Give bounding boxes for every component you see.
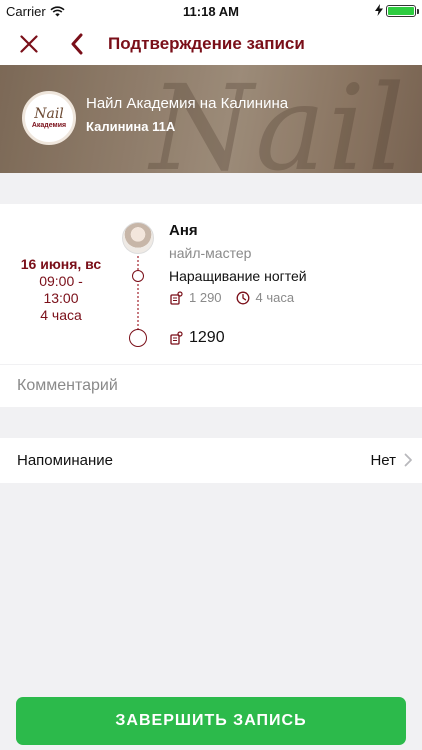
status-bar: Carrier 11:18 AM bbox=[0, 0, 422, 22]
master-role: найл-мастер bbox=[169, 245, 252, 261]
service-duration: 4 часа bbox=[255, 290, 295, 305]
booking-total: 1290 bbox=[169, 329, 225, 347]
timeline-dot bbox=[132, 270, 144, 282]
reminder-value: Нет bbox=[370, 452, 396, 469]
timeline-end-dot bbox=[129, 329, 147, 347]
service-name: Наращивание ногтей bbox=[169, 268, 307, 284]
back-button[interactable] bbox=[64, 31, 90, 57]
booking-date: 16 июня, вс bbox=[20, 256, 102, 272]
master-avatar bbox=[122, 222, 154, 254]
charging-icon bbox=[375, 4, 383, 16]
salon-address: Калинина 11А bbox=[86, 119, 176, 134]
finish-booking-button[interactable]: ЗАВЕРШИТЬ ЗАПИСЬ bbox=[16, 697, 406, 745]
total-price: 1290 bbox=[189, 329, 225, 346]
booking-time-from: 09:00 - bbox=[39, 273, 83, 289]
salon-logo: Nail Академия bbox=[22, 91, 76, 145]
service-meta: 1 290 4 часа bbox=[169, 290, 294, 305]
booking-duration: 4 часа bbox=[40, 307, 82, 323]
close-icon bbox=[20, 34, 38, 53]
nav-bar: Подтверждение записи bbox=[0, 22, 422, 65]
status-time: 11:18 AM bbox=[183, 4, 239, 19]
booking-card: 16 июня, вс 09:00 - 13:00 4 часа Аня най… bbox=[0, 204, 422, 364]
battery-icon bbox=[386, 5, 419, 17]
master-name: Аня bbox=[169, 222, 198, 239]
chevron-left-icon bbox=[71, 33, 83, 54]
salon-banner[interactable]: Nail Nail Академия Найл Академия на Кали… bbox=[0, 65, 422, 173]
salon-name: Найл Академия на Калинина bbox=[86, 95, 289, 112]
price-tag-icon bbox=[170, 290, 183, 305]
logo-text: Nail bbox=[34, 105, 64, 122]
comment-row bbox=[0, 365, 422, 407]
clock-icon bbox=[236, 291, 249, 304]
chevron-right-icon bbox=[404, 453, 412, 467]
page-title: Подтверждение записи bbox=[108, 33, 305, 53]
booking-datetime: 16 июня, вс 09:00 - 13:00 4 часа bbox=[0, 256, 122, 324]
reminder-row[interactable]: Напоминание Нет bbox=[0, 438, 422, 483]
logo-subtext: Академия bbox=[31, 121, 67, 129]
timeline-line bbox=[137, 256, 139, 338]
comment-input[interactable] bbox=[0, 365, 422, 407]
close-button[interactable] bbox=[16, 31, 42, 57]
price-tag-icon bbox=[170, 331, 183, 345]
booking-time-to: 13:00 bbox=[43, 290, 79, 306]
reminder-label: Напоминание bbox=[17, 452, 113, 469]
battery-level bbox=[388, 7, 414, 15]
service-price: 1 290 bbox=[189, 290, 222, 305]
